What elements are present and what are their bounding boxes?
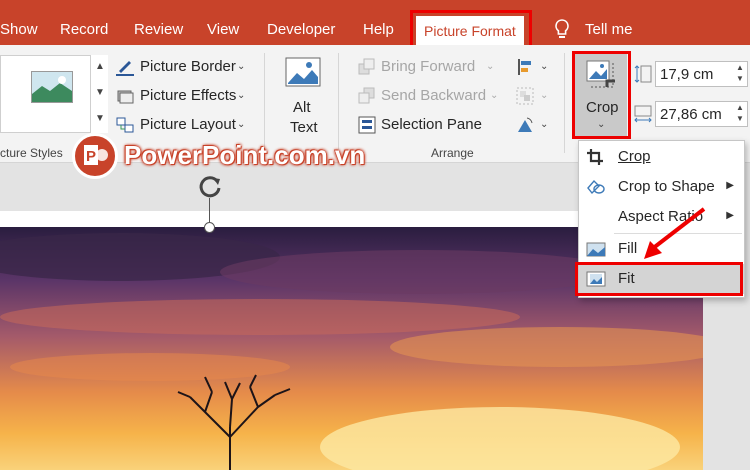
crop-icon [587, 149, 603, 165]
red-arrow-annotation [644, 207, 706, 259]
tell-me-search[interactable]: Tell me [585, 18, 633, 42]
picture-format-highlight [410, 10, 532, 48]
width-input[interactable]: 27,86 cm [655, 101, 748, 127]
selection-handle[interactable] [204, 222, 215, 233]
shape-height-icon [634, 65, 652, 83]
group-divider [564, 53, 565, 153]
tab-view[interactable]: View [207, 18, 239, 42]
send-backward-button[interactable]: Send Backward [381, 87, 486, 105]
menu-label: Crop to Shape [618, 178, 715, 195]
alt-text-icon [285, 57, 321, 87]
bring-forward-button[interactable]: Bring Forward [381, 58, 475, 76]
picture-border-button[interactable]: Picture Border [140, 58, 236, 76]
width-value: 27,86 cm [660, 106, 722, 123]
submenu-arrow-icon: ▶ [726, 180, 734, 191]
picture-layout-icon [116, 117, 134, 133]
menu-item-crop-to-shape[interactable]: Crop to Shape ▶ [579, 172, 744, 202]
gallery-scroll-buttons[interactable]: ▲ ▼ ▼ [90, 55, 108, 133]
alt-text-label-1[interactable]: Alt [293, 99, 311, 117]
picture-border-icon [116, 61, 134, 76]
chevron-down-icon[interactable]: ⌄ [486, 61, 494, 72]
rotate-icon[interactable] [516, 116, 534, 134]
shape-width-icon [634, 105, 652, 123]
watermark-text: PowerPoint.com.vn [124, 140, 366, 170]
fill-icon [586, 242, 606, 257]
arrange-group-label: Arrange [431, 146, 474, 160]
chevron-down-icon[interactable]: ⌄ [237, 90, 245, 101]
height-value: 17,9 cm [660, 66, 714, 83]
powerpoint-logo-icon: P [72, 133, 118, 179]
menu-item-crop[interactable]: Crop [579, 142, 744, 172]
chevron-down-icon[interactable]: ⌄ [237, 61, 245, 72]
spin-down-icon[interactable]: ▼ [736, 114, 744, 123]
spin-down-icon[interactable]: ▼ [736, 74, 744, 83]
crop-highlight [572, 51, 631, 139]
menu-label: Crop [618, 148, 651, 165]
selection-pane-icon [358, 116, 376, 134]
group-divider [264, 53, 265, 153]
style-thumbnail-icon[interactable] [31, 71, 73, 103]
rotate-handle-icon[interactable] [196, 172, 224, 200]
picture-effects-icon [117, 90, 134, 104]
spin-up-icon[interactable]: ▲ [736, 63, 744, 72]
bring-forward-icon [358, 58, 375, 75]
tab-slide-show[interactable]: Show [0, 18, 38, 42]
chevron-down-icon[interactable]: ⌄ [540, 61, 548, 72]
align-icon[interactable] [516, 58, 534, 76]
tab-review[interactable]: Review [134, 18, 183, 42]
chevron-down-icon[interactable]: ⌄ [540, 119, 548, 130]
crop-to-shape-icon [587, 179, 605, 195]
tab-developer[interactable]: Developer [267, 18, 335, 42]
chevron-down-icon[interactable]: ⌄ [237, 119, 245, 130]
send-backward-icon [358, 87, 375, 104]
submenu-arrow-icon: ▶ [726, 210, 734, 221]
height-input[interactable]: 17,9 cm [655, 61, 748, 87]
tab-record[interactable]: Record [60, 18, 108, 42]
alt-text-label-2[interactable]: Text [290, 119, 318, 137]
svg-text:P: P [86, 148, 96, 165]
chevron-down-icon[interactable]: ⌄ [490, 90, 498, 101]
picture-styles-group-label: cture Styles [0, 146, 63, 160]
selection-pane-button[interactable]: Selection Pane [381, 116, 482, 134]
picture-effects-button[interactable]: Picture Effects [140, 87, 236, 105]
rotate-handle-line [209, 198, 210, 224]
group-objects-icon[interactable] [516, 87, 534, 105]
chevron-down-icon[interactable]: ⌄ [540, 90, 548, 101]
spin-up-icon[interactable]: ▲ [736, 103, 744, 112]
group-divider [338, 53, 339, 153]
tab-help[interactable]: Help [363, 18, 394, 42]
picture-layout-button[interactable]: Picture Layout [140, 116, 236, 134]
lightbulb-icon [554, 19, 570, 46]
